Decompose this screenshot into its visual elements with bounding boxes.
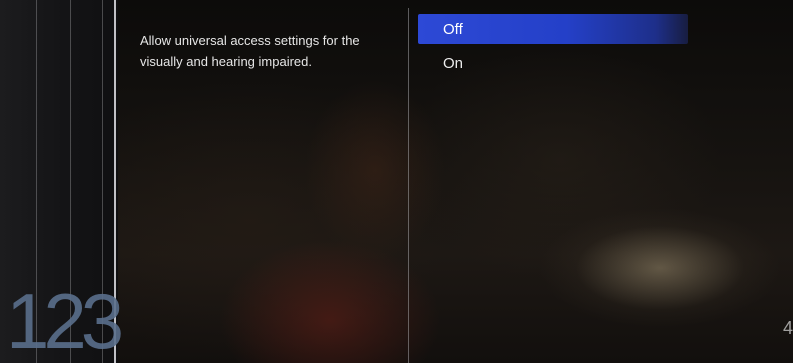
setting-description: Allow universal access settings for the … [140,33,360,69]
options-divider [408,8,409,363]
menu-level-strip: 123 [0,0,124,363]
tv-menu-screen: 123 Allow universal access settings for … [0,0,793,363]
edge-glyph: 4 [782,318,793,338]
option-off-label: Off [443,20,463,38]
option-off[interactable]: Off [418,14,688,44]
option-on[interactable]: On [418,48,688,78]
option-on-label: On [443,54,464,72]
page-number: 123 [6,277,124,363]
